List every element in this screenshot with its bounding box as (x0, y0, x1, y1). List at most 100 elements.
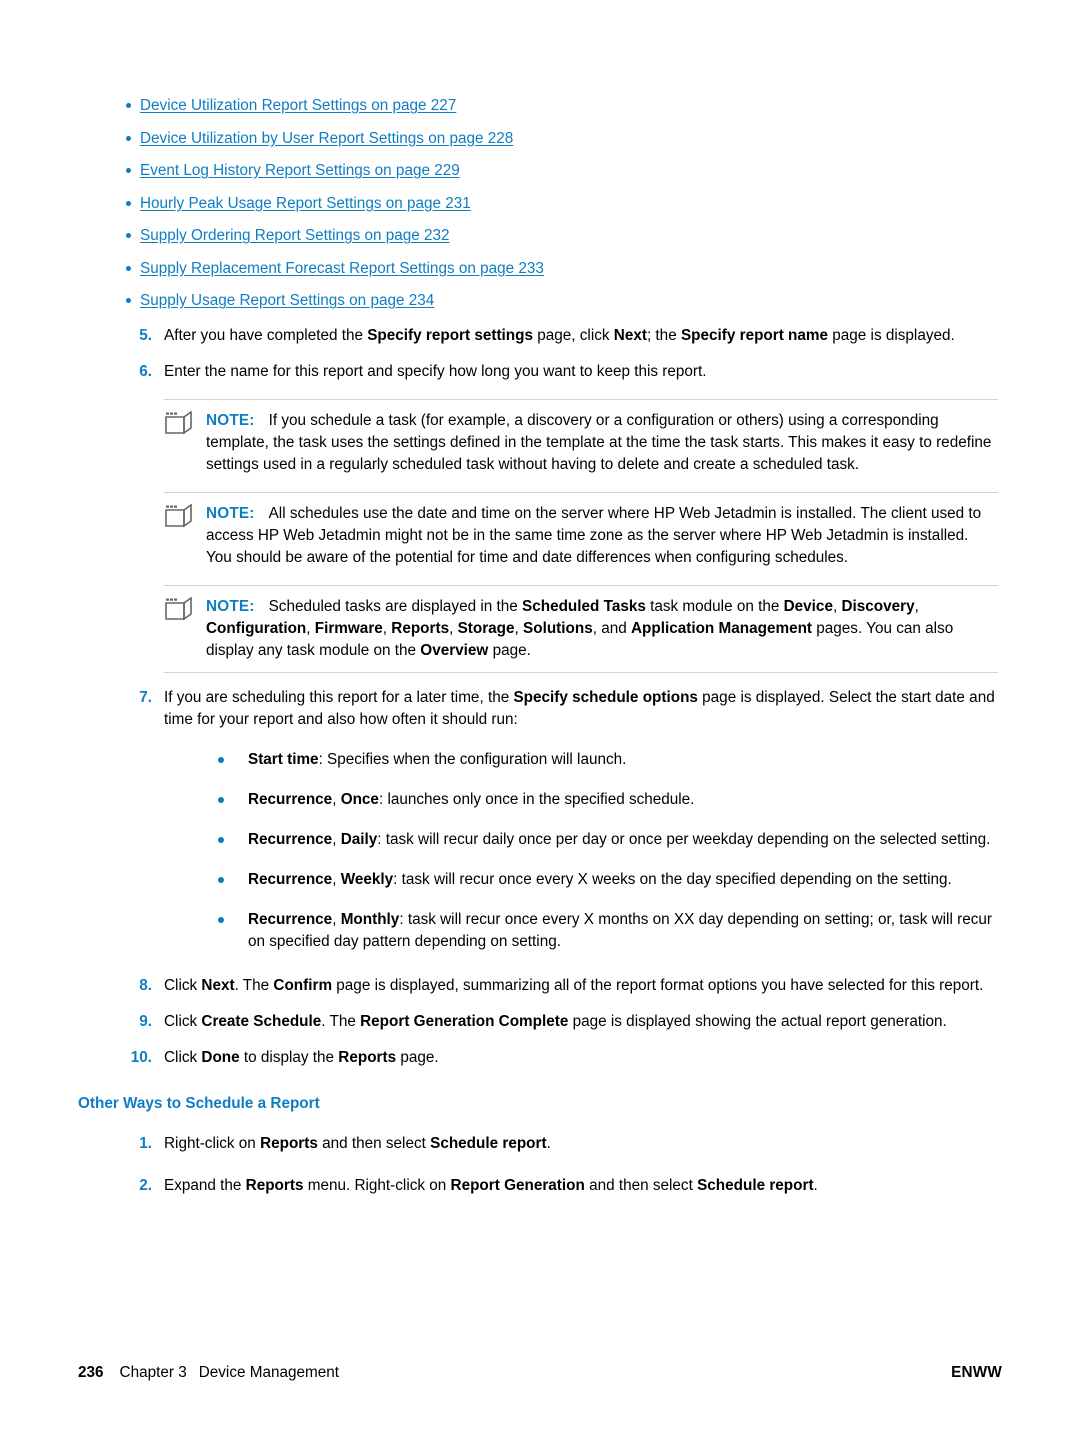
note-emphasis: Overview (420, 642, 489, 659)
step-text: Expand the Reports menu. Right-click on … (164, 1177, 818, 1194)
note-label: NOTE: (206, 412, 255, 429)
document-page: Device Utilization Report Settings on pa… (0, 0, 1080, 1437)
footer-chapter-label: Chapter 3 (119, 1364, 187, 1381)
note-text: All schedules use the date and time on t… (206, 505, 982, 566)
step-emphasis: Report Generation Complete (360, 1013, 569, 1030)
step-emphasis: Done (201, 1049, 240, 1066)
step-number: 10. (130, 1049, 152, 1066)
option-name: Start time (248, 751, 319, 768)
bullet-icon (126, 298, 131, 303)
note-emphasis: Device (783, 598, 833, 615)
step-text: Click Done to display the Reports page. (164, 1049, 439, 1066)
bullet-icon (126, 103, 131, 108)
step-text-part: Right-click on (164, 1135, 261, 1152)
note-emphasis: Discovery (841, 598, 915, 615)
option-separator: , (332, 871, 341, 888)
step-text: If you are scheduling this report for a … (164, 689, 995, 728)
list-item: Supply Ordering Report Settings on page … (78, 226, 998, 246)
list-item: Recurrence, Weekly: task will recur once… (78, 869, 998, 891)
step-number: 2. (139, 1177, 152, 1194)
xref-link-event-log-history[interactable]: Event Log History Report Settings on pag… (140, 162, 460, 179)
option-name: Recurrence (248, 911, 333, 928)
step-number: 1. (139, 1135, 152, 1152)
step-text-part: page is displayed, summarizing all of th… (332, 977, 984, 994)
list-item: Supply Replacement Forecast Report Setti… (78, 259, 998, 279)
note-text: If you schedule a task (for example, a d… (206, 412, 992, 473)
step-text-part: page, click (533, 327, 614, 344)
footer-locale: ENWW (951, 1364, 1002, 1381)
bullet-icon (218, 917, 224, 923)
option-name-2: Once (340, 791, 379, 808)
option-name-2: Daily (340, 831, 378, 848)
xref-link-device-utilization-by-user[interactable]: Device Utilization by User Report Settin… (140, 130, 513, 147)
step-number: 6. (139, 363, 152, 380)
step-text-part: Expand the (164, 1177, 246, 1194)
cross-reference-list: Device Utilization Report Settings on pa… (78, 96, 998, 311)
step-9: 9. Click Create Schedule. The Report Gen… (78, 1011, 998, 1033)
bullet-icon (218, 797, 224, 803)
step-text-part: . (813, 1177, 818, 1194)
recurrence-options-list: Start time: Specifies when the configura… (78, 749, 998, 953)
note-text-part: , (449, 620, 458, 637)
step-text: Click Create Schedule. The Report Genera… (164, 1013, 947, 1030)
step-text-part: Click (164, 1013, 202, 1030)
note-text-part: , (514, 620, 524, 637)
note-block-3: NOTE: Scheduled tasks are displayed in th… (164, 585, 998, 673)
step-emphasis: Reports (245, 1177, 304, 1194)
xref-link-supply-replacement-forecast[interactable]: Supply Replacement Forecast Report Setti… (140, 260, 544, 277)
list-item: Hourly Peak Usage Report Settings on pag… (78, 194, 998, 214)
list-item: Recurrence, Once: launches only once in … (78, 789, 998, 811)
option-separator: , (332, 831, 341, 848)
step-emphasis: Report Generation (450, 1177, 585, 1194)
bullet-icon (126, 233, 131, 238)
step-number: 8. (139, 977, 152, 994)
footer-page-number: 236 (78, 1364, 104, 1381)
other-step-2: 2. Expand the Reports menu. Right-click … (78, 1175, 998, 1197)
note-label: NOTE: (206, 598, 255, 615)
note-emphasis: Configuration (206, 620, 307, 637)
step-text-part: page is displayed. (828, 327, 955, 344)
list-item: Recurrence, Daily: task will recur daily… (78, 829, 998, 851)
list-item: Start time: Specifies when the configura… (78, 749, 998, 771)
step-emphasis: Reports (338, 1049, 397, 1066)
note-icon (164, 596, 194, 621)
xref-link-device-utilization[interactable]: Device Utilization Report Settings on pa… (140, 97, 456, 114)
xref-link-supply-ordering[interactable]: Supply Ordering Report Settings on page … (140, 227, 450, 244)
step-text-part: If you are scheduling this report for a … (164, 689, 514, 706)
option-name: Recurrence (248, 791, 333, 808)
step-text-part: Click (164, 1049, 202, 1066)
note-icon (164, 503, 194, 528)
bullet-icon (218, 757, 224, 763)
step-text: Click Next. The Confirm page is displaye… (164, 977, 983, 994)
option-name-2: Monthly (340, 911, 400, 928)
xref-link-hourly-peak-usage[interactable]: Hourly Peak Usage Report Settings on pag… (140, 195, 471, 212)
note-text-part: , (306, 620, 315, 637)
step-text-part: menu. Right-click on (303, 1177, 451, 1194)
bullet-icon (126, 200, 131, 206)
step-text-part: Click (164, 977, 202, 994)
option-description: : task will recur daily once per day or … (377, 831, 991, 848)
note-emphasis: Firmware (314, 620, 383, 637)
bullet-icon (126, 135, 131, 141)
note-block-1: NOTE: If you schedule a task (for example… (164, 399, 998, 476)
note-text-part: , (914, 598, 919, 615)
list-item: Device Utilization by User Report Settin… (78, 129, 998, 149)
note-block-2: NOTE: All schedules use the date and time… (164, 492, 998, 569)
step-10: 10. Click Done to display the Reports pa… (78, 1047, 998, 1069)
note-label: NOTE: (206, 505, 255, 522)
step-emphasis: Specify report settings (367, 327, 533, 344)
step-text-part: and then select (584, 1177, 698, 1194)
bullet-icon (126, 168, 131, 173)
note-emphasis: Reports (391, 620, 450, 637)
note-emphasis: Storage (457, 620, 515, 637)
option-separator: , (332, 791, 341, 808)
note-emphasis: Solutions (523, 620, 593, 637)
bullet-icon (218, 877, 224, 883)
option-description: : Specifies when the configuration will … (318, 751, 627, 768)
step-number: 9. (139, 1013, 152, 1030)
step-text-part: to display the (239, 1049, 339, 1066)
note-text-part: task module on the (645, 598, 784, 615)
list-item: Device Utilization Report Settings on pa… (78, 96, 998, 116)
xref-link-supply-usage[interactable]: Supply Usage Report Settings on page 234 (140, 292, 434, 309)
note-text-part: Scheduled tasks are displayed in the (268, 598, 523, 615)
